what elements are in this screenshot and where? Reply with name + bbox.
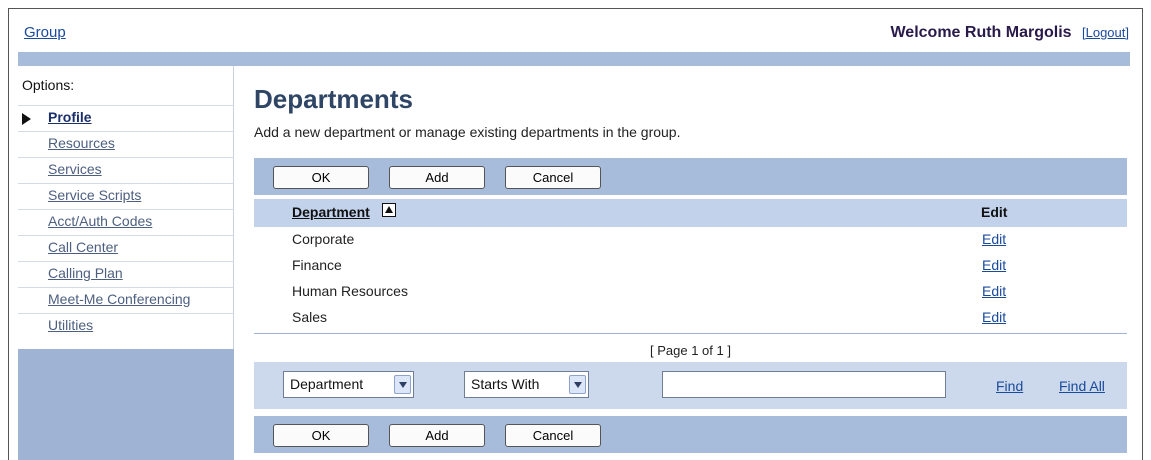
page-description: Add a new department or manage existing … — [254, 124, 681, 140]
sidebar-item-label[interactable]: Services — [48, 161, 102, 177]
sidebar-item-calling-plan[interactable]: Calling Plan — [18, 261, 234, 287]
table-row: Sales Edit — [254, 305, 1127, 331]
ok-button[interactable]: OK — [273, 424, 369, 447]
department-name: Sales — [292, 309, 328, 325]
welcome-message: Welcome Ruth Margolis [Logout] — [890, 24, 1129, 42]
search-field-select[interactable]: Department — [283, 371, 414, 398]
department-name: Human Resources — [292, 283, 408, 299]
search-mode-value: Starts With — [471, 376, 540, 392]
table-row: Finance Edit — [254, 253, 1127, 279]
sidebar-item-label[interactable]: Resources — [48, 135, 115, 151]
cancel-button[interactable]: Cancel — [505, 166, 601, 189]
pager-text: [ Page 1 of 1 ] — [650, 343, 731, 358]
logout-link[interactable]: [Logout] — [1082, 25, 1129, 40]
main-content: Departments Add a new department or mana… — [254, 66, 1130, 460]
sidebar-item-call-center[interactable]: Call Center — [18, 235, 234, 261]
department-name: Finance — [292, 257, 342, 273]
cancel-button[interactable]: Cancel — [505, 424, 601, 447]
page-title: Departments — [254, 84, 413, 114]
sidebar-item-label[interactable]: Service Scripts — [48, 187, 141, 203]
welcome-text: Welcome Ruth Margolis — [890, 24, 1072, 41]
sidebar: Options: Profile Resources Services Serv… — [18, 66, 234, 460]
search-field-value: Department — [290, 376, 364, 392]
sidebar-item-services[interactable]: Services — [18, 157, 234, 183]
sidebar-item-profile[interactable]: Profile — [18, 105, 234, 131]
ok-button[interactable]: OK — [273, 166, 369, 189]
sidebar-item-label[interactable]: Acct/Auth Codes — [48, 213, 152, 229]
edit-column-header: Edit — [981, 204, 1008, 220]
sidebar-item-label[interactable]: Utilities — [48, 317, 93, 333]
search-input[interactable] — [662, 371, 946, 398]
edit-link[interactable]: Edit — [982, 309, 1006, 325]
search-mode-select[interactable]: Starts With — [464, 371, 589, 398]
sidebar-item-label[interactable]: Meet-Me Conferencing — [48, 291, 190, 307]
sidebar-item-meet-me-conferencing[interactable]: Meet-Me Conferencing — [18, 287, 234, 313]
sidebar-item-label[interactable]: Profile — [48, 109, 92, 125]
sidebar-item-utilities[interactable]: Utilities — [18, 313, 234, 339]
sidebar-menu: Options: Profile Resources Services Serv… — [18, 66, 234, 349]
current-arrow-icon — [22, 113, 31, 125]
table-row: Corporate Edit — [254, 227, 1127, 253]
edit-link[interactable]: Edit — [982, 283, 1006, 299]
header-divider-strip — [18, 52, 1130, 66]
edit-link[interactable]: Edit — [982, 257, 1006, 273]
sort-ascending-icon[interactable] — [382, 203, 396, 217]
find-link[interactable]: Find — [996, 378, 1023, 394]
add-button[interactable]: Add — [389, 166, 485, 189]
department-name: Corporate — [292, 231, 355, 247]
sidebar-item-label[interactable]: Calling Plan — [48, 265, 123, 281]
pager-divider — [254, 333, 1127, 334]
group-link[interactable]: Group — [24, 24, 66, 41]
top-bar: Group Welcome Ruth Margolis [Logout] — [24, 24, 1134, 48]
find-all-link[interactable]: Find All — [1059, 378, 1105, 394]
sidebar-item-label[interactable]: Call Center — [48, 239, 118, 255]
top-button-bar: OK Add Cancel — [254, 158, 1127, 195]
sidebar-item-resources[interactable]: Resources — [18, 131, 234, 157]
edit-link[interactable]: Edit — [982, 231, 1006, 247]
bottom-button-bar: OK Add Cancel — [254, 416, 1127, 453]
table-header: Department Edit — [254, 199, 1127, 227]
table-row: Human Resources Edit — [254, 279, 1127, 305]
sidebar-item-acct-auth-codes[interactable]: Acct/Auth Codes — [18, 209, 234, 235]
add-button[interactable]: Add — [389, 424, 485, 447]
search-bar: Department Starts With Find Find All — [254, 362, 1127, 409]
options-label: Options: — [22, 77, 75, 93]
sidebar-item-service-scripts[interactable]: Service Scripts — [18, 183, 234, 209]
chevron-down-icon[interactable] — [569, 375, 586, 394]
chevron-down-icon[interactable] — [394, 375, 411, 394]
department-column-header[interactable]: Department — [292, 204, 370, 220]
